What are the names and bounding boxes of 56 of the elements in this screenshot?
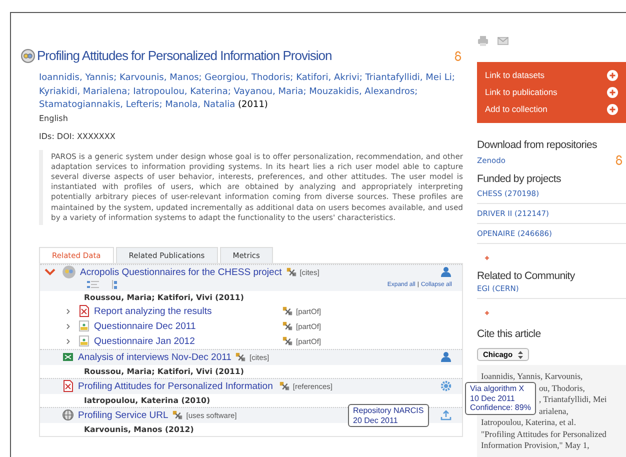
print-icon — [477, 35, 489, 47]
citation-text: "Profiling Attitudes for Personalized — [481, 428, 606, 440]
user-icon — [440, 351, 452, 364]
spreadsheet-icon — [62, 351, 74, 364]
plus-circle-icon — [607, 87, 618, 98]
image-file-icon — [78, 320, 90, 332]
section-heading: Cite this article — [477, 328, 542, 340]
citation-text: arialena, — [539, 406, 568, 417]
citation-text: Iatropoulou, Katerina, et al. — [481, 417, 576, 428]
citation-text: Information Provision," May 1, — [481, 440, 590, 452]
info-tooltip: Via algorithm X 10 Dec 2011 Confidence: 89% — [465, 382, 536, 414]
open-access-icon — [614, 153, 624, 167]
pdf-icon — [62, 380, 74, 392]
item-title-link[interactable]: Questionnaire Dec 2011 — [94, 320, 196, 332]
upload-icon — [440, 409, 452, 422]
info-tooltip: Repository NARCIS 20 Dec 2011 — [348, 404, 429, 427]
link-nodes-icon — [282, 336, 293, 347]
link-nodes-icon — [282, 306, 293, 317]
ids-text: IDs: DOI: XXXXXXX — [39, 130, 116, 142]
action-link[interactable]: Add to collection — [485, 101, 618, 118]
plus-circle-icon — [607, 104, 618, 115]
action-link[interactable]: Link to publications — [485, 84, 618, 101]
item-title-link[interactable]: Profiling Service URL — [78, 410, 168, 421]
citation-text: , Triantafyllidi, Mei — [539, 394, 607, 406]
plus-icon — [483, 309, 491, 317]
dataset-icon — [21, 48, 35, 62]
item-title-link[interactable]: Analysis of interviews Nov-Dec 2011 — [78, 352, 232, 363]
settings-icon — [440, 380, 452, 392]
plus-icon — [483, 254, 491, 262]
section-heading: Funded by projects — [477, 173, 562, 185]
plus-circle-icon — [607, 70, 618, 81]
item-title-link[interactable]: Profiling Attitudes for Personalized Information — [78, 380, 273, 392]
section-heading: Download from repositories — [477, 139, 598, 151]
user-icon — [440, 266, 452, 278]
select-arrows-icon — [518, 350, 523, 358]
citation-text: ou, Thodoris, — [539, 382, 585, 394]
citation-text: Ioannidis, Yannis, Karvounis, — [481, 371, 583, 382]
open-access-icon — [453, 48, 463, 62]
link-nodes-icon — [235, 352, 246, 363]
dataset-icon — [62, 265, 76, 280]
item-title-link[interactable]: Questionnaire Jan 2012 — [94, 336, 195, 347]
section-heading: Related to Community — [477, 270, 576, 282]
image-file-icon — [78, 335, 90, 348]
item-title-link[interactable]: Report analyzing the results — [94, 306, 212, 317]
link-nodes-icon — [172, 410, 184, 421]
mail-icon — [497, 35, 509, 47]
item-title-link[interactable]: Acropolis Questionnaires for the CHESS project — [80, 266, 282, 278]
globe-icon — [62, 409, 74, 422]
link-nodes-icon — [278, 380, 290, 392]
language-text: English — [39, 112, 69, 124]
pdf-icon — [78, 305, 90, 318]
action-link[interactable]: Link to datasets — [485, 67, 618, 84]
link-nodes-icon — [286, 266, 297, 278]
page-title: Profiling Attitudes for Personalized Information Provision — [37, 48, 333, 63]
authors-text: Ioannidis, Yannis; Karvounis, Manos; Georgiou, Thodoris; Katifori, Akrivi; Triantafyllidi, Mei Li; Kyriakidi, Marialena; Iatropoulou, Katerina; Vayanou, Maria; Mouzakidis, Alexandros; Stamatogiannakis, Lefteris; Manola, Natalia (2011) — [39, 72, 456, 112]
link-nodes-icon — [282, 320, 293, 332]
